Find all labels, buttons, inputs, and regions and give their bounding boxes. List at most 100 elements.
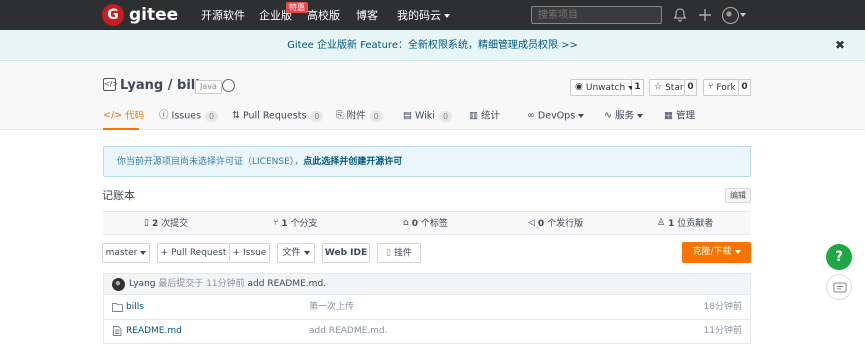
file-name[interactable]: bills (126, 302, 144, 313)
plus-icon[interactable] (697, 7, 713, 23)
bell-icon[interactable] (672, 7, 688, 23)
file-name[interactable]: README.md (126, 326, 182, 337)
tab-attachments-count: 0 (369, 110, 383, 122)
close-icon[interactable]: ✖ (835, 38, 845, 52)
tab-wiki[interactable]: ▤ Wiki 0 (403, 110, 453, 123)
nav-blog[interactable]: 博客 (356, 9, 378, 23)
nav-my-gitee[interactable]: 我的码云 (397, 9, 450, 23)
license-message: 你当前开源项目尚未选择许可证（LICENSE）， (117, 157, 304, 167)
folder-icon (112, 303, 123, 312)
widget-label: 挂件 (393, 248, 412, 259)
stat-branches-label: 个分支 (290, 219, 318, 229)
eye-icon: ◉ (575, 82, 583, 92)
banner-text[interactable]: Gitee 企业版新 Feature：全新权限系统，精细管理成员权限 >> (0, 40, 865, 52)
tab-attachments[interactable]: ⎘ 附件 0 (336, 110, 383, 123)
license-link[interactable]: 点此选择并创建开源许可 (303, 157, 402, 167)
bookmark-icon: ▯ (386, 248, 391, 258)
tab-devops-label: DevOps (537, 110, 576, 122)
chat-bubble-icon (833, 282, 847, 293)
chevron-down-icon (303, 250, 310, 255)
top-navbar: G gitee 开源软件 企业版 特惠 高校版 博客 我的码云 (0, 0, 865, 30)
tab-statistics-label: 统计 (480, 110, 500, 122)
commit-author[interactable]: Lyang (129, 279, 155, 289)
license-text: 你当前开源项目尚未选择许可证（LICENSE），点此选择并创建开源许可 (117, 157, 402, 168)
project-header: </> Lyang / bills Java ◉ Unwatch 1 ☆ Star … (0, 62, 865, 130)
file-commit-message[interactable]: 第一次上传 (309, 302, 354, 313)
file-updated-time: 11分钟前 (703, 326, 742, 336)
branch-select[interactable]: master (102, 243, 150, 263)
unwatch-count[interactable]: 1 (632, 79, 644, 96)
file-updated-time: 18分钟前 (703, 302, 742, 312)
last-commit-info: Lyang 最后提交于 11分钟前 add README.md. (129, 279, 326, 290)
stat-commits[interactable]: ▯ 2 次提交 (144, 218, 188, 230)
tab-services-label: 服务 (614, 110, 634, 122)
unwatch-label: Unwatch (585, 83, 626, 93)
star-button[interactable]: ☆ Star (649, 79, 685, 96)
file-row[interactable]: bills 第一次上传 18分钟前 (103, 296, 751, 320)
stat-commits-label: 次提交 (161, 219, 189, 229)
file-menu-button[interactable]: 文件 (277, 243, 315, 263)
pull-request-icon: ⇅ (232, 110, 240, 121)
tab-devops[interactable]: ∞ DevOps (527, 110, 585, 123)
tab-statistics[interactable]: ▥ 统计 (469, 110, 500, 123)
stat-releases-label: 个发行版 (547, 219, 584, 229)
repo-description: 记账本 (102, 189, 135, 202)
tab-wiki-label: Wiki (414, 110, 435, 122)
widget-button[interactable]: ▯ 挂件 (377, 243, 421, 263)
chat-icon[interactable] (826, 274, 852, 300)
settings-icon: ▦ (664, 110, 673, 121)
tab-issues[interactable]: ⓘ Issues 0 (159, 110, 219, 123)
fork-icon: ⑂ (708, 82, 714, 92)
file-menu-label: 文件 (282, 248, 301, 258)
tab-pr-count: 0 (310, 110, 324, 122)
stat-contributors-label: 位贡献者 (677, 219, 714, 229)
stat-tags[interactable]: ⌂ 0 个标签 (403, 218, 448, 230)
brand-name[interactable]: gitee (129, 5, 178, 25)
user-avatar[interactable] (722, 7, 739, 24)
file-commit-message[interactable]: add README.md. (309, 326, 387, 337)
clone-download-button[interactable]: 克隆/下载 (682, 242, 751, 263)
stat-contributors[interactable]: ♙ 1 位贡献者 (657, 218, 713, 230)
bar-chart-icon: ▥ (469, 110, 478, 121)
web-ide-button[interactable]: Web IDE (322, 243, 370, 263)
repo-icon: </> (103, 78, 118, 91)
gitee-logo[interactable]: G (102, 4, 124, 26)
language-tag[interactable]: Java (195, 80, 222, 94)
edit-description-button[interactable]: 编辑 (725, 188, 751, 203)
star-count[interactable]: 0 (685, 79, 697, 96)
search-input[interactable] (531, 6, 662, 24)
commit-message[interactable]: add README.md. (248, 279, 326, 289)
pulse-icon: ∿ (604, 110, 612, 121)
fork-count[interactable]: 0 (739, 79, 751, 96)
file-row[interactable]: README.md add README.md. 11分钟前 (103, 320, 751, 344)
nav-open-source[interactable]: 开源软件 (201, 9, 245, 23)
tab-code-label: 代码 (125, 110, 145, 122)
branch-icon: ⑂ (273, 218, 279, 228)
fork-button[interactable]: ⑂ Fork (703, 79, 739, 96)
tab-manage[interactable]: ▦ 管理 (664, 110, 695, 123)
stat-contributors-num: 1 (668, 219, 675, 229)
stat-branches-num: 1 (281, 219, 288, 229)
chevron-down-icon (444, 14, 450, 18)
stat-commits-num: 2 (151, 219, 159, 229)
last-commit-bar: Lyang 最后提交于 11分钟前 add README.md. (103, 273, 751, 295)
author-avatar[interactable] (112, 278, 125, 291)
tab-services[interactable]: ∿ 服务 (604, 110, 643, 123)
unwatch-button[interactable]: ◉ Unwatch (570, 79, 635, 96)
active-tab-indicator (103, 128, 139, 130)
stat-releases[interactable]: ◁ 0 个发行版 (528, 218, 583, 230)
question-icon[interactable]: ? (826, 244, 852, 270)
nav-university[interactable]: 高校版 (307, 9, 340, 23)
new-pull-request-button[interactable]: + Pull Request (157, 243, 229, 263)
code-icon: </> (103, 110, 123, 121)
stat-branches[interactable]: ⑂ 1 个分支 (273, 218, 318, 230)
new-issue-button[interactable]: + Issue (229, 243, 270, 263)
license-notice: 你当前开源项目尚未选择许可证（LICENSE），点此选择并创建开源许可 (103, 146, 751, 177)
tab-code[interactable]: </> 代码 (103, 110, 144, 123)
file-icon (113, 326, 122, 336)
tab-pull-requests[interactable]: ⇅ Pull Requests 0 (232, 110, 324, 123)
recommend-icon (222, 79, 235, 92)
repo-stats-bar: ▯ 2 次提交 ⑂ 1 个分支 ⌂ 0 个标签 ◁ 0 个发行版 ♙ 1 位贡献者 (103, 211, 751, 235)
chevron-down-icon[interactable] (740, 13, 746, 17)
clone-label: 克隆/下载 (692, 247, 732, 257)
